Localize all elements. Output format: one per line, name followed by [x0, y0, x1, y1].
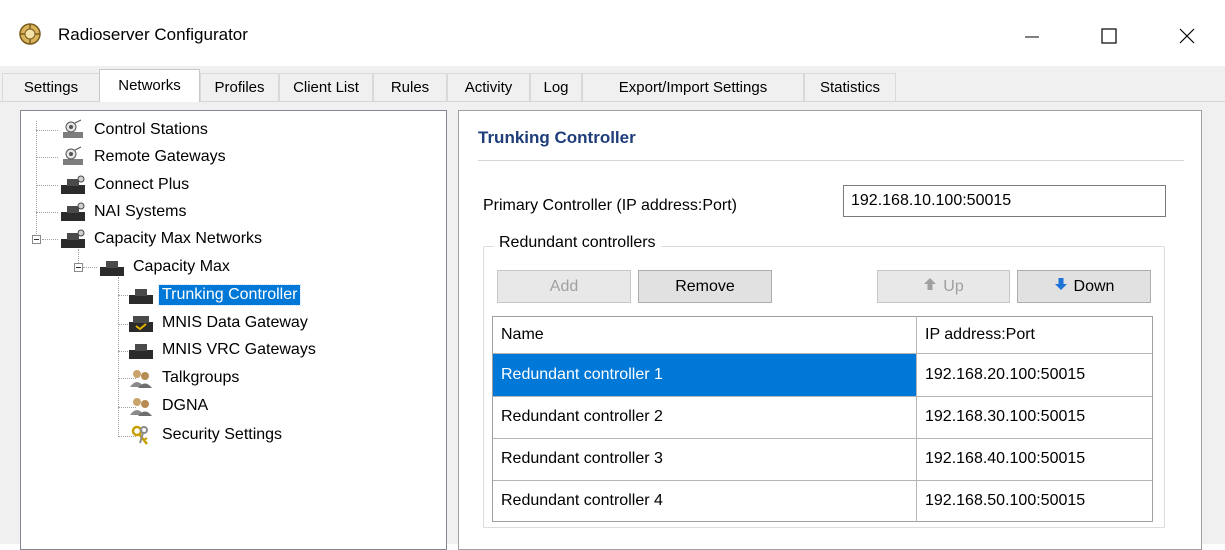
window-title: Radioserver Configurator — [58, 25, 248, 44]
network-device-icon — [127, 339, 155, 361]
collapse-toggle[interactable] — [32, 235, 41, 244]
users-icon — [127, 395, 155, 417]
tree-item-capacity-max-networks[interactable]: Capacity Max Networks — [59, 226, 265, 252]
tree-item-mnis-vrc-gateways[interactable]: MNIS VRC Gateways — [127, 337, 319, 363]
radio-station-icon — [59, 119, 87, 141]
network-device-icon — [127, 284, 155, 306]
tab-activity[interactable]: Activity — [447, 73, 530, 101]
arrow-down-icon — [1054, 277, 1068, 296]
tab-export-import-settings[interactable]: Export/Import Settings — [582, 73, 804, 101]
add-button[interactable]: Add — [497, 270, 631, 303]
tree-item-dgna[interactable]: DGNA — [127, 393, 211, 419]
network-device-icon — [59, 228, 87, 250]
tree-item-control-stations[interactable]: Control Stations — [59, 117, 211, 143]
tree-connector — [36, 185, 58, 186]
tree-connector — [36, 121, 37, 238]
cell-name[interactable]: Redundant controller 2 — [493, 396, 917, 438]
network-device-icon — [59, 201, 87, 223]
redundant-controllers-table[interactable]: Name IP address:Port Redundant controlle… — [492, 316, 1153, 522]
network-tree[interactable]: Control Stations Remote Gateways Connect… — [20, 110, 447, 550]
tree-connector — [36, 130, 58, 131]
tab-statistics[interactable]: Statistics — [804, 73, 896, 101]
network-device-icon — [98, 256, 126, 278]
minimize-button[interactable] — [1003, 14, 1061, 58]
tab-rules[interactable]: Rules — [373, 73, 447, 101]
tree-item-remote-gateways[interactable]: Remote Gateways — [59, 144, 229, 170]
tab-settings[interactable]: Settings — [2, 73, 100, 101]
cell-address[interactable]: 192.168.30.100:50015 — [917, 396, 1152, 438]
table-row[interactable]: Redundant controller 3 192.168.40.100:50… — [493, 438, 1152, 481]
primary-controller-label: Primary Controller (IP address:Port) — [483, 197, 737, 214]
move-down-button[interactable]: Down — [1017, 270, 1151, 303]
app-logo-icon — [18, 22, 42, 46]
tab-profiles[interactable]: Profiles — [200, 73, 279, 101]
users-icon — [127, 367, 155, 389]
divider — [478, 160, 1184, 161]
cell-name[interactable]: Redundant controller 1 — [493, 354, 917, 396]
keys-icon — [127, 424, 155, 446]
table-row[interactable]: Redundant controller 2 192.168.30.100:50… — [493, 396, 1152, 439]
cell-name[interactable]: Redundant controller 4 — [493, 480, 917, 522]
table-row[interactable]: Redundant controller 1 192.168.20.100:50… — [493, 354, 1152, 397]
minimize-icon — [1025, 36, 1039, 38]
redundant-controllers-label: Redundant controllers — [494, 234, 661, 252]
tree-item-trunking-controller[interactable]: Trunking Controller — [127, 282, 302, 308]
cell-address[interactable]: 192.168.20.100:50015 — [917, 354, 1152, 396]
cell-address[interactable]: 192.168.50.100:50015 — [917, 480, 1152, 522]
tree-connector — [36, 212, 58, 213]
cell-name[interactable]: Redundant controller 3 — [493, 438, 917, 480]
tab-networks[interactable]: Networks — [99, 69, 200, 102]
move-up-button[interactable]: Up — [877, 270, 1010, 303]
remove-button-label: Remove — [675, 277, 735, 295]
column-header-address[interactable]: IP address:Port — [917, 317, 1152, 353]
tree-item-mnis-data-gateway[interactable]: MNIS Data Gateway — [127, 310, 311, 336]
cell-address[interactable]: 192.168.40.100:50015 — [917, 438, 1152, 480]
move-down-label: Down — [1073, 277, 1115, 295]
arrow-up-icon — [923, 277, 937, 296]
add-button-label: Add — [549, 277, 579, 295]
network-device-icon — [59, 174, 87, 196]
tree-item-capacity-max[interactable]: Capacity Max — [98, 254, 233, 280]
tree-connector — [36, 157, 58, 158]
panel-title: Trunking Controller — [478, 128, 636, 147]
tree-item-talkgroups[interactable]: Talkgroups — [127, 365, 242, 391]
primary-controller-input[interactable] — [843, 185, 1166, 217]
tab-client-list[interactable]: Client List — [279, 73, 373, 101]
collapse-toggle[interactable] — [74, 263, 83, 272]
table-header: Name IP address:Port — [493, 317, 1152, 354]
data-gateway-icon — [127, 312, 155, 334]
tree-connector — [83, 267, 97, 268]
remove-button[interactable]: Remove — [638, 270, 772, 303]
maximize-button[interactable] — [1080, 14, 1138, 58]
tree-item-nai-systems[interactable]: NAI Systems — [59, 199, 189, 225]
close-button[interactable] — [1158, 14, 1216, 58]
tree-connector — [42, 239, 58, 240]
column-header-name[interactable]: Name — [493, 317, 917, 353]
close-icon — [1179, 28, 1195, 44]
tab-log[interactable]: Log — [530, 73, 582, 101]
table-row[interactable]: Redundant controller 4 192.168.50.100:50… — [493, 480, 1152, 522]
maximize-icon — [1101, 28, 1117, 44]
tree-item-security-settings[interactable]: Security Settings — [127, 422, 285, 448]
tree-item-connect-plus[interactable]: Connect Plus — [59, 172, 192, 198]
tree-connector — [118, 277, 119, 437]
move-up-label: Up — [943, 277, 964, 295]
radio-station-icon — [59, 146, 87, 168]
